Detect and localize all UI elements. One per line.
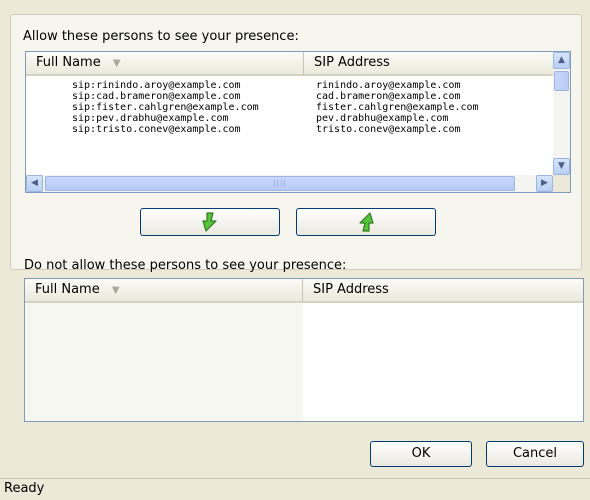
blocked-persons-list[interactable]: Full Name ▼ SIP Address	[24, 278, 584, 422]
status-bar: Ready	[0, 478, 590, 500]
full-name-cell: sip:pev.drabhu@example.com	[72, 113, 229, 124]
sip-address-column-label: SIP Address	[313, 282, 389, 297]
sip-address-cell: pev.drabhu@example.com	[316, 113, 449, 124]
blocked-list-header: Full Name ▼ SIP Address	[25, 279, 583, 303]
scrollbar-corner	[553, 175, 570, 192]
presence-permissions-window: Allow these persons to see your presence…	[0, 0, 590, 500]
horizontal-scrollbar[interactable]: ◀ |||| ▶	[26, 175, 570, 192]
scroll-right-icon[interactable]: ▶	[536, 175, 553, 192]
full-name-cell: sip:fister.cahlgren@example.com	[72, 102, 259, 113]
move-up-button[interactable]	[296, 208, 436, 236]
status-text: Ready	[4, 481, 45, 496]
vertical-scroll-thumb[interactable]	[554, 71, 569, 91]
sip-address-cell: tristo.conev@example.com	[316, 124, 461, 135]
list-item[interactable]: sip:pev.drabhu@example.com pev.drabhu@ex…	[26, 113, 570, 124]
move-down-button[interactable]	[140, 208, 280, 236]
sort-descending-icon: ▼	[112, 58, 121, 69]
sorted-column-highlight	[25, 303, 303, 421]
full-name-cell: sip:cad.brameron@example.com	[72, 91, 241, 102]
green-arrow-up-icon	[359, 212, 374, 232]
full-name-cell: sip:rinindo.aroy@example.com	[72, 80, 241, 91]
sip-address-column-header[interactable]: SIP Address	[303, 279, 389, 301]
sip-address-cell: fister.cahlgren@example.com	[316, 102, 479, 113]
sip-address-cell: cad.brameron@example.com	[316, 91, 461, 102]
scroll-up-icon[interactable]: ▲	[553, 52, 570, 69]
block-list-label: Do not allow these persons to see your p…	[24, 258, 347, 273]
full-name-column-header[interactable]: Full Name ▼	[25, 279, 303, 301]
list-item[interactable]: sip:fister.cahlgren@example.com fister.c…	[26, 102, 570, 113]
list-item[interactable]: sip:cad.brameron@example.com cad.bramero…	[26, 91, 570, 102]
allowed-list-header: Full Name ▼ SIP Address	[26, 52, 570, 76]
horizontal-scroll-thumb[interactable]: ||||	[45, 176, 515, 191]
cancel-button[interactable]: Cancel	[486, 441, 584, 467]
vertical-scrollbar[interactable]: ▲ ▼	[553, 52, 570, 175]
allowed-persons-list[interactable]: Full Name ▼ SIP Address sip:rinindo.aroy…	[25, 51, 571, 193]
list-item[interactable]: sip:tristo.conev@example.com tristo.cone…	[26, 124, 570, 135]
green-arrow-down-icon	[202, 212, 217, 232]
full-name-cell: sip:tristo.conev@example.com	[72, 124, 241, 135]
full-name-column-label: Full Name	[36, 55, 101, 70]
sip-address-column-header[interactable]: SIP Address	[304, 52, 390, 74]
full-name-column-header[interactable]: Full Name ▼	[26, 52, 304, 74]
sip-address-column-label: SIP Address	[314, 55, 390, 70]
list-item[interactable]: sip:rinindo.aroy@example.com rinindo.aro…	[26, 80, 570, 91]
allowed-list-rows: sip:rinindo.aroy@example.com rinindo.aro…	[26, 80, 570, 135]
scroll-down-icon[interactable]: ▼	[553, 158, 570, 175]
ok-button[interactable]: OK	[370, 441, 472, 467]
full-name-column-label: Full Name	[35, 282, 100, 297]
sip-address-cell: rinindo.aroy@example.com	[316, 80, 461, 91]
sort-descending-icon: ▼	[111, 285, 120, 296]
scroll-left-icon[interactable]: ◀	[26, 175, 43, 192]
allow-list-label: Allow these persons to see your presence…	[23, 29, 299, 44]
